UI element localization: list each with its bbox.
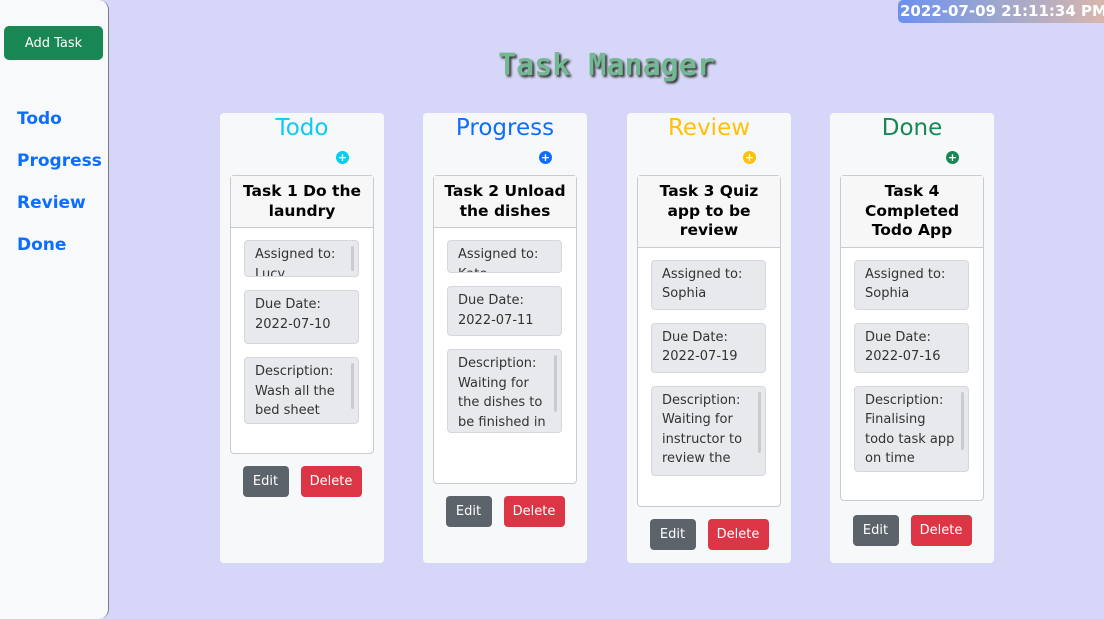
sidebar: Add Task Todo Progress Review Done [0,0,109,619]
due-date-value: 2022-07-11 [458,312,534,328]
assigned-field[interactable]: Assigned to: Sophia [854,259,969,310]
sidebar-item-review[interactable]: Review [17,190,102,232]
task-card: Task 3 Quiz app to be review Assigned to… [637,175,781,507]
due-date-value: 2022-07-10 [255,316,331,332]
edit-button[interactable]: Edit [242,466,289,497]
task-title: Task 3 Quiz app to be review [638,176,780,248]
assigned-label: Assigned to: [662,266,743,282]
description-label: Description: [458,356,537,371]
assigned-value: Kate [458,265,551,273]
plus-circle-icon[interactable]: + [336,151,349,164]
description-value: Waiting for instructor to review the [662,412,747,466]
description-field[interactable]: Description: Waiting for the dishes to b… [447,349,562,433]
due-date-value: 2022-07-19 [662,349,738,364]
description-field[interactable]: Description: Wash all the bed sheet [244,357,359,424]
card-actions: Edit Delete [627,519,791,550]
column-title: Progress [455,115,555,141]
add-task-button[interactable]: Add Task [4,26,103,60]
due-date-label: Due Date: [255,297,321,312]
due-date-label: Due Date: [458,293,524,308]
assigned-field[interactable]: Assigned to: Sophia [651,259,766,310]
task-card: Task 1 Do the laundry Assigned to: Lucy … [230,175,374,454]
column-title: Review [667,115,751,141]
assigned-field[interactable]: Assigned to: Lucy [244,240,359,277]
assigned-value: Sophia [662,286,707,301]
plus-circle-icon[interactable]: + [743,151,756,164]
description-value: Wash all the bed sheet [255,383,339,419]
edit-button[interactable]: Edit [852,515,899,546]
description-label: Description: [255,364,334,379]
edit-button[interactable]: Edit [649,519,696,550]
column-review: Review + Task 3 Quiz app to be review As… [627,113,791,563]
description-label: Description: [662,392,741,408]
card-actions: Edit Delete [220,466,384,497]
edit-button[interactable]: Edit [445,496,492,527]
due-date-field[interactable]: Due Date: 2022-07-16 [854,322,969,373]
description-field[interactable]: Description: Finalising todo task app on… [854,385,969,472]
sidebar-item-done[interactable]: Done [17,232,102,274]
column-progress: Progress + Task 2 Unload the dishes Assi… [423,113,587,563]
due-date-label: Due Date: [662,329,728,345]
plus-circle-icon[interactable]: + [946,151,959,164]
description-field[interactable]: Description: Waiting for instructor to r… [651,385,766,476]
task-title: Task 4 Completed Todo App [841,176,983,248]
column-title: Done [881,115,943,141]
description-label: Description: [865,392,944,408]
task-card: Task 4 Completed Todo App Assigned to: S… [840,175,984,501]
assigned-value: Lucy [255,266,286,277]
column-done: Done + Task 4 Completed Todo App Assigne… [830,113,994,563]
due-date-field[interactable]: Due Date: 2022-07-11 [447,286,562,336]
sidebar-item-progress[interactable]: Progress [17,148,102,190]
sidebar-item-todo[interactable]: Todo [17,106,102,148]
column-title: Todo [275,115,329,141]
due-date-field[interactable]: Due Date: 2022-07-10 [244,290,359,344]
delete-button[interactable]: Delete [910,515,972,546]
sidebar-nav: Todo Progress Review Done [17,106,102,274]
delete-button[interactable]: Delete [707,519,769,550]
column-todo: Todo + Task 1 Do the laundry Assigned to… [220,113,384,563]
due-date-value: 2022-07-16 [865,349,941,364]
task-title: Task 1 Do the laundry [231,176,373,228]
clock-display: 2022-07-09 21:11:34 PM [898,0,1104,23]
plus-circle-icon[interactable]: + [539,151,552,164]
due-date-label: Due Date: [865,329,931,345]
task-title: Task 2 Unload the dishes [434,176,576,228]
description-value: Finalising todo task app on time [865,412,959,466]
page-title: Task Manager [498,48,715,83]
card-actions: Edit Delete [423,496,587,527]
card-actions: Edit Delete [830,515,994,546]
task-card: Task 2 Unload the dishes Assigned to: Ka… [433,175,577,484]
assigned-label: Assigned to: [458,247,539,262]
delete-button[interactable]: Delete [503,496,565,527]
description-value: Waiting for the dishes to be finished in… [458,375,546,430]
assigned-value: Sophia [865,286,910,301]
delete-button[interactable]: Delete [300,466,362,497]
assigned-label: Assigned to: [255,247,336,262]
due-date-field[interactable]: Due Date: 2022-07-19 [651,322,766,373]
assigned-field[interactable]: Assigned to: Kate [447,240,562,273]
assigned-label: Assigned to: [865,266,946,282]
